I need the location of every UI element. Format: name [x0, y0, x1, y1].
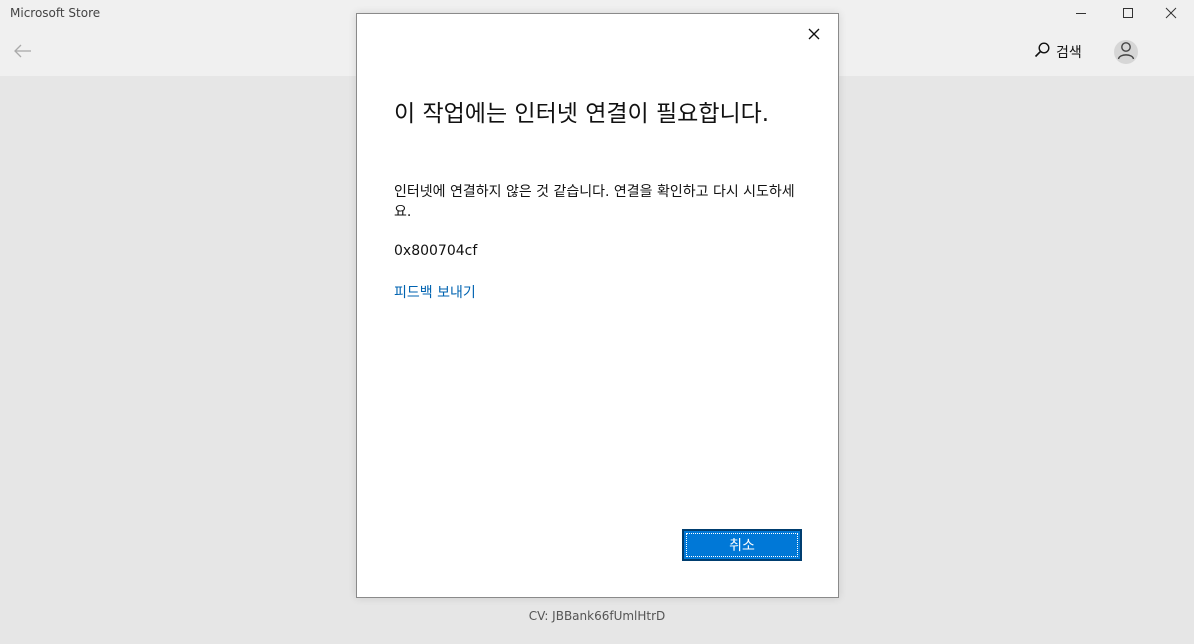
dialog-message: 인터넷에 연결하지 않은 것 같습니다. 연결을 확인하고 다시 시도하세요.	[394, 184, 795, 220]
dialog-title: 이 작업에는 인터넷 연결이 필요합니다.	[394, 101, 770, 127]
minimize-button[interactable]	[1058, 0, 1104, 26]
avatar[interactable]	[1114, 40, 1138, 64]
back-button[interactable]	[10, 40, 36, 64]
arrow-left-icon	[14, 43, 32, 62]
user-icon	[1114, 40, 1138, 64]
search-button[interactable]: 검색	[1034, 40, 1082, 64]
app-title: Microsoft Store	[10, 6, 101, 20]
close-icon	[808, 25, 820, 44]
search-icon	[1034, 42, 1050, 62]
cancel-button-label: 취소	[729, 538, 755, 554]
window-close-button[interactable]	[1148, 0, 1194, 26]
search-label: 검색	[1056, 45, 1082, 61]
maximize-icon	[1122, 7, 1134, 19]
error-dialog: 이 작업에는 인터넷 연결이 필요합니다. 인터넷에 연결하지 않은 것 같습니…	[356, 13, 839, 598]
send-feedback-link[interactable]: 피드백 보내기	[394, 282, 476, 302]
maximize-button[interactable]	[1105, 0, 1151, 26]
cancel-button[interactable]: 취소	[682, 529, 802, 561]
error-code: 0x800704cf	[394, 243, 478, 259]
cv-text: CV: JBBank66fUmlHtrD	[528, 609, 666, 623]
dialog-close-button[interactable]	[802, 22, 826, 46]
minimize-icon	[1075, 7, 1087, 19]
close-icon	[1165, 7, 1177, 19]
